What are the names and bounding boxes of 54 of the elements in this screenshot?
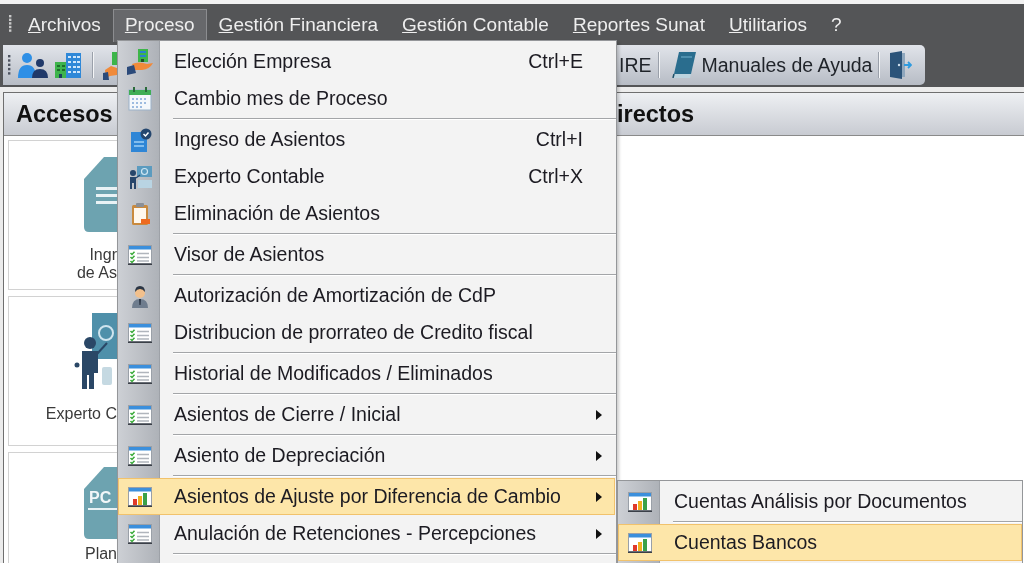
checklist-icon: [127, 363, 152, 384]
menu-bar-item[interactable]: Utilitarios: [716, 9, 820, 42]
keyboard-shortcut: Ctrl+E: [528, 50, 583, 73]
book-icon: [671, 52, 696, 78]
checklist-icon: [127, 445, 152, 466]
checklist-icon: [127, 322, 152, 343]
checklist-icon: [127, 244, 152, 265]
checklist-icon: [127, 404, 152, 425]
bar-chart-icon: [127, 486, 152, 507]
toolbar-button[interactable]: Manuales de Ayuda: [667, 49, 877, 81]
menu-item[interactable]: Anulación de Retenciones - Percepciones: [118, 515, 615, 552]
menu-item[interactable]: Autorización de Amortización de CdP: [118, 277, 615, 314]
menu-bar-item[interactable]: ?: [819, 9, 854, 42]
buildings-icon[interactable]: [55, 52, 83, 78]
document-icon: [84, 157, 117, 232]
menu-item[interactable]: Visor de Asientos: [118, 236, 615, 273]
bar-chart-icon: [627, 491, 652, 512]
presenter-icon: [127, 164, 152, 189]
keyboard-shortcut: Ctrl+I: [535, 128, 583, 151]
toolbar-button[interactable]: IRE: [619, 49, 656, 81]
exit-door-icon[interactable]: [888, 51, 913, 79]
menu-item[interactable]: Historial de Modificados / Eliminados: [118, 355, 615, 392]
menu-item[interactable]: Experto Contable Ctrl+X: [118, 158, 615, 195]
shortcut-tile[interactable]: PC Plan: [8, 452, 117, 563]
document-icon: PC: [84, 467, 117, 539]
menu-bar-item[interactable]: Proceso: [112, 9, 207, 42]
menu-item[interactable]: Cambio mes de Proceso: [118, 80, 615, 117]
menu-item[interactable]: Ingreso de Asientos Ctrl+I: [118, 121, 615, 158]
menu-bar-item[interactable]: Gestión Financiera: [206, 9, 391, 42]
presenter-icon: [74, 313, 117, 391]
menu-item[interactable]: Distribucion de prorrateo de Credito fiscal: [118, 314, 615, 351]
people-icon[interactable]: [18, 52, 48, 78]
menu-item[interactable]: Eliminación de Asientos: [118, 195, 615, 232]
menu-item[interactable]: Asientos de Cierre / Inicial: [118, 396, 615, 433]
shortcut-tile[interactable]: Ingr de As: [8, 140, 117, 290]
menu-item[interactable]: Asiento de Depreciación: [118, 437, 615, 474]
menu-item[interactable]: Asientos de Ajuste por Diferencia de Cambio: [118, 478, 615, 515]
menu-item[interactable]: Cuentas Bancos: [618, 524, 1022, 561]
menu-item[interactable]: Cuentas Análisis por Documentos: [618, 483, 1022, 520]
shortcut-tile[interactable]: Experto C: [8, 296, 117, 446]
calendar-icon: [127, 86, 152, 111]
grip-icon: [8, 55, 11, 75]
bar-chart-icon: [627, 532, 652, 553]
menu-bar-item[interactable]: Archivos: [16, 9, 113, 42]
panel-title: irectos: [617, 100, 695, 128]
menu-bar-item[interactable]: Gestión Contable: [390, 9, 561, 42]
checklist-icon: [127, 523, 152, 544]
grip-icon: [9, 14, 12, 32]
hand-icon[interactable]: [103, 50, 117, 80]
hand-building-icon: [126, 48, 153, 75]
keyboard-shortcut: Ctrl+X: [528, 165, 583, 188]
menu-bar-item[interactable]: Reportes Sunat: [560, 9, 717, 42]
menu-item[interactable]: Elección Empresa Ctrl+E: [118, 43, 615, 80]
panel-title: Accesos: [16, 100, 113, 128]
